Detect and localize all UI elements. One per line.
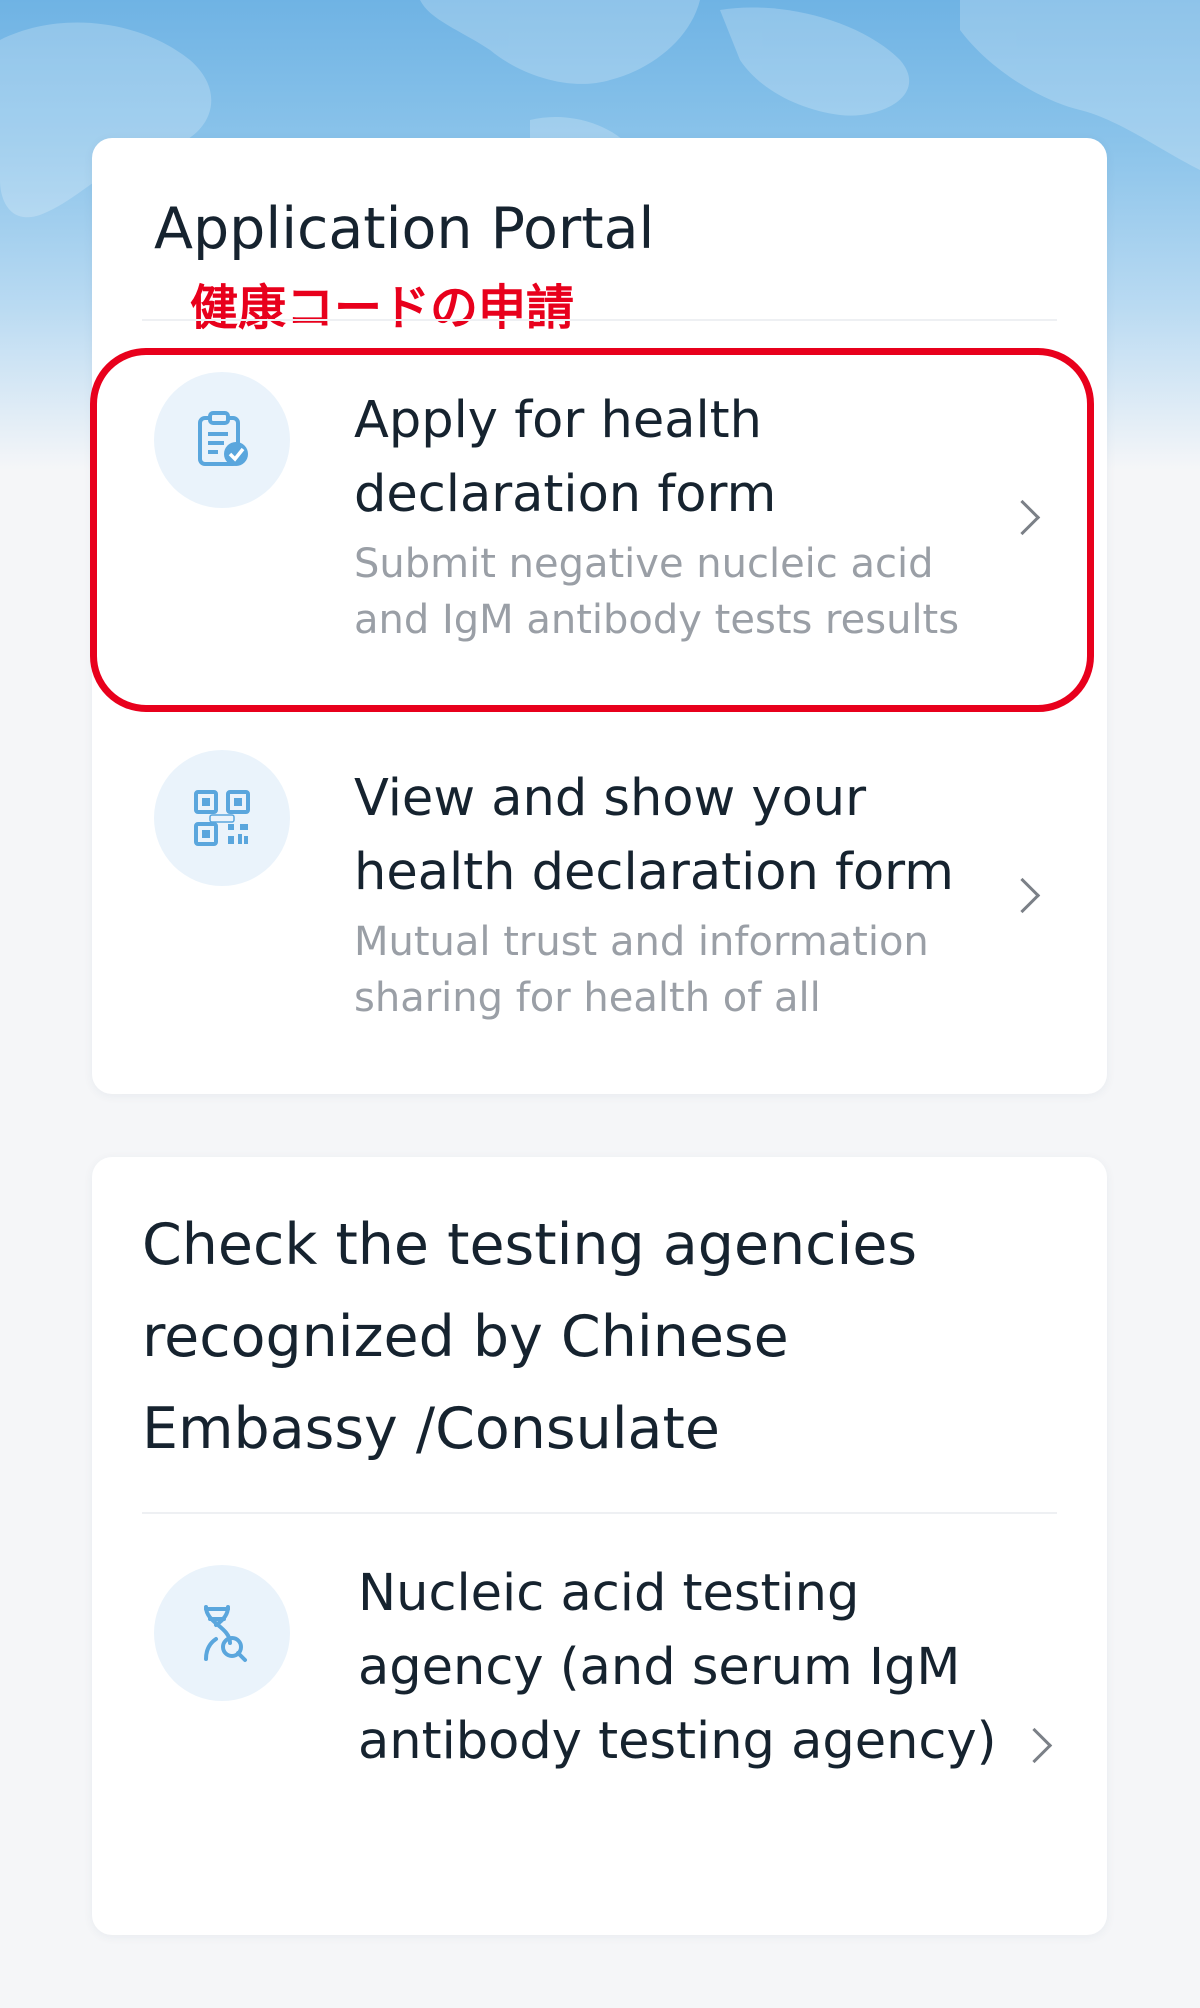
chevron-right-icon bbox=[1004, 877, 1041, 914]
apply-health-declaration-item[interactable]: Apply for health declaration form Submit… bbox=[92, 348, 1107, 678]
agencies-title: Check the testing agencies recognized by… bbox=[142, 1212, 918, 1462]
agencies-divider bbox=[142, 1512, 1057, 1514]
view-health-declaration-item[interactable]: View and show your health declaration fo… bbox=[92, 726, 1107, 1056]
apply-item-title: Apply for health declaration form bbox=[354, 391, 777, 524]
health-code-annotation-label: 健康コードの申請 bbox=[190, 280, 575, 336]
application-portal-card: Application Portal 健康コードの申請 Apply for he… bbox=[92, 138, 1107, 1094]
portal-divider bbox=[142, 319, 1057, 321]
nucleic-acid-agency-item[interactable]: Nucleic acid testing agency (and serum I… bbox=[92, 1557, 1107, 1877]
testing-agencies-card: Check the testing agencies recognized by… bbox=[92, 1157, 1107, 1935]
agency-item-title: Nucleic acid testing agency (and serum I… bbox=[358, 1564, 997, 1771]
dna-search-icon bbox=[154, 1565, 290, 1701]
portal-title: Application Portal bbox=[154, 196, 655, 262]
qr-code-icon bbox=[154, 750, 290, 886]
view-item-title: View and show your health declaration fo… bbox=[354, 769, 954, 902]
chevron-right-icon bbox=[1004, 499, 1041, 536]
chevron-right-icon bbox=[1016, 1727, 1053, 1764]
view-item-subtitle: Mutual trust and information sharing for… bbox=[354, 919, 929, 1021]
clipboard-check-icon bbox=[154, 372, 290, 508]
apply-item-subtitle: Submit negative nucleic acid and IgM ant… bbox=[354, 541, 960, 643]
